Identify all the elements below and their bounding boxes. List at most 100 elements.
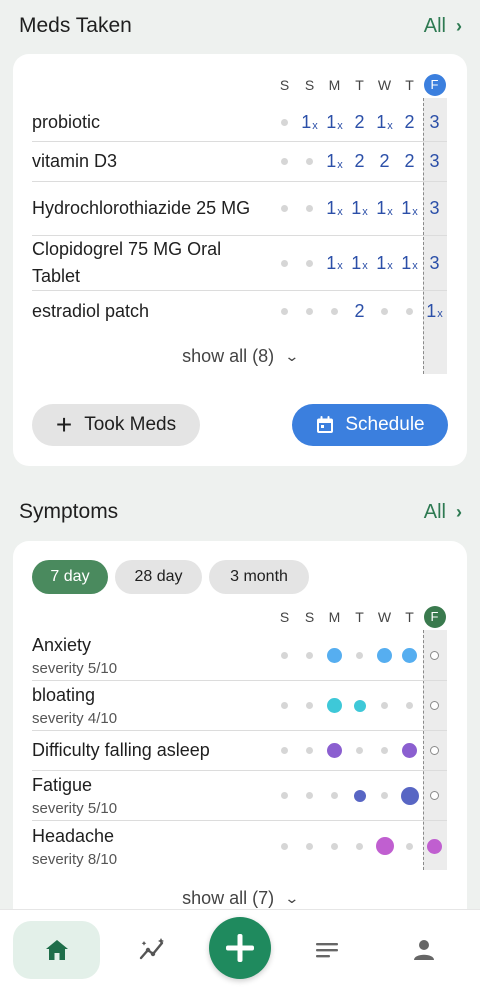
med-dose-cell	[272, 296, 297, 326]
med-row[interactable]: Hydrochlorothiazide 25 MG 1 x 1 x 1 x 1 x 3	[32, 182, 447, 236]
symptom-severity: severity 8/10	[32, 850, 118, 868]
empty-day-dot	[281, 702, 288, 709]
meds-day-4: W	[377, 77, 392, 93]
severity-dot	[327, 698, 342, 713]
dose-multiplier: x	[337, 158, 343, 171]
symptom-row[interactable]: bloating severity 4/10	[32, 681, 447, 731]
symptom-day-cell	[297, 831, 322, 861]
symptom-row[interactable]: Headache severity 8/10	[32, 821, 447, 871]
empty-day-dot	[406, 702, 413, 709]
med-day-cells: 1x1x1x1x3	[272, 194, 447, 224]
chevron-down-icon: ⌄	[284, 890, 300, 906]
range-pill[interactable]: 7 day	[32, 560, 108, 594]
med-dose-cell: 2	[379, 151, 390, 171]
meds-all-link[interactable]: All ›	[424, 15, 462, 38]
symptom-day-cell	[372, 640, 397, 670]
symptom-day-cells	[272, 640, 447, 670]
med-dose-cell: 1x	[397, 194, 422, 224]
meds-show-all-label: show all (8)	[182, 346, 275, 366]
symptom-text: Fatigue severity 5/10	[32, 772, 272, 819]
med-dose-cell	[297, 147, 322, 177]
range-pill[interactable]: 28 day	[115, 560, 202, 594]
meds-show-all[interactable]: show all (8) ⌄	[13, 346, 467, 367]
meds-day-6: F	[422, 74, 447, 96]
empty-day-dot	[306, 842, 313, 850]
trends-icon	[138, 937, 168, 963]
symptom-text: Anxiety severity 5/10	[32, 632, 272, 679]
empty-day-dot	[306, 158, 313, 165]
dose-count: 1	[326, 151, 337, 171]
range-pill[interactable]: 3 month	[209, 560, 309, 594]
med-dose-cell: 1x	[422, 296, 447, 326]
med-dose-cell	[272, 194, 297, 224]
symptom-day-cell	[422, 691, 447, 721]
med-dose-cell: 2	[354, 112, 365, 132]
no-entry-ring	[430, 701, 439, 710]
symptom-row[interactable]: Difficulty falling asleep	[32, 731, 447, 771]
empty-day-dot	[406, 307, 413, 315]
symptom-day-cell	[297, 781, 322, 811]
nav-trends[interactable]	[122, 921, 184, 979]
dose-multiplier: x	[337, 205, 343, 218]
add-icon	[223, 931, 257, 965]
med-dose-cell	[272, 108, 297, 138]
dose-multiplier: x	[362, 260, 368, 272]
nav-profile[interactable]	[393, 921, 455, 979]
no-entry-ring	[430, 791, 439, 800]
calendar-icon	[315, 415, 335, 435]
med-dose-cell: 1x	[322, 108, 347, 138]
schedule-label: Schedule	[345, 414, 425, 435]
dose-multiplier: x	[387, 119, 393, 132]
med-row[interactable]: vitamin D3 1 x 2 2 2 3	[32, 142, 447, 182]
symptom-day-cell	[272, 781, 297, 811]
add-entry-button[interactable]	[209, 917, 271, 979]
schedule-button[interactable]: Schedule	[292, 404, 448, 446]
symptoms-show-all-label: show all (7)	[182, 888, 275, 908]
symptom-day-cell	[372, 736, 397, 766]
empty-day-dot	[306, 205, 313, 212]
med-name: Clopidogrel 75 MG Oral Tablet	[32, 239, 222, 286]
symptom-day-cell	[372, 831, 397, 861]
dose-multiplier: x	[412, 205, 418, 218]
symptoms-all-label: All	[423, 500, 446, 523]
empty-day-dot	[406, 842, 413, 850]
symptoms-show-all[interactable]: show all (7) ⌄	[13, 888, 467, 909]
dose-multiplier: x	[312, 119, 318, 132]
symptom-day-cell	[272, 831, 297, 861]
med-name: estradiol patch	[32, 300, 150, 321]
med-row[interactable]: estradiol patch 2 1 x	[32, 291, 447, 331]
med-dose-cell	[397, 296, 422, 326]
symptoms-all-link[interactable]: All ›	[424, 501, 462, 524]
dose-multiplier: x	[362, 205, 368, 218]
med-row[interactable]: probiotic 1 x 1 x 2 1 x 2 3	[32, 104, 447, 142]
symptom-day-cell	[397, 781, 422, 811]
nav-home[interactable]	[13, 921, 100, 979]
dose-multiplier: x	[412, 260, 418, 272]
empty-day-dot	[331, 792, 338, 799]
no-entry-ring	[430, 650, 439, 660]
symptom-row[interactable]: Anxiety severity 5/10	[32, 630, 447, 681]
med-dose-cell: 1x	[372, 248, 397, 278]
symptoms-section-title: Symptoms	[19, 500, 119, 523]
meds-day-0: S	[279, 77, 290, 93]
severity-dot	[375, 837, 394, 855]
empty-day-dot	[281, 259, 288, 267]
med-dose-cell	[372, 296, 397, 326]
empty-day-dot	[356, 651, 363, 659]
empty-day-dot	[306, 259, 313, 267]
symptom-day-cell	[397, 691, 422, 721]
med-name: Hydrochlorothiazide 25 MG	[32, 198, 251, 218]
home-icon	[44, 938, 70, 962]
empty-day-dot	[306, 702, 313, 709]
symptoms-day-0: S	[279, 609, 290, 625]
nav-notes[interactable]	[296, 921, 358, 979]
took-meds-button[interactable]: + Took Meds	[32, 404, 200, 446]
empty-day-dot	[281, 119, 288, 126]
med-row[interactable]: Clopidogrel 75 MG Oral Tablet 1 x 1 x 1 x 1 x 3	[32, 236, 447, 291]
dose-count: 1	[301, 112, 312, 132]
severity-dot	[353, 789, 366, 802]
severity-dot	[402, 743, 417, 758]
profile-icon	[412, 938, 436, 962]
symptom-row[interactable]: Fatigue severity 5/10	[32, 771, 447, 821]
meds-today-marker: F	[423, 74, 446, 96]
